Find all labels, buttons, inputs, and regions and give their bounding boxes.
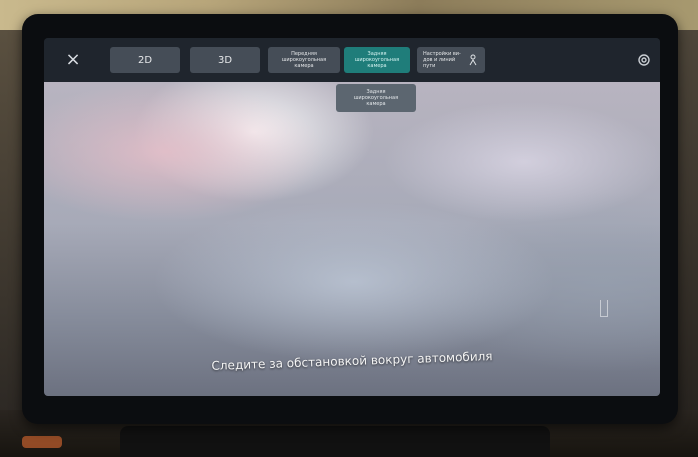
view-2d-button[interactable]: 2D (110, 47, 180, 73)
camera-screen: × 2D 3D Передняя широко­угольная камера … (44, 38, 660, 396)
camera-tooltip-text: Задняя широкоугольная камера (353, 89, 399, 107)
view-3d-label: 3D (217, 54, 233, 66)
rear-wide-camera-label: Задняя широкоугольная камера (354, 51, 400, 69)
view-3d-button[interactable]: 3D (190, 47, 260, 73)
view-and-guidelines-settings-label: Настройки ви- дов и линий пути (423, 51, 461, 69)
person-icon (469, 54, 477, 66)
camera-toolbar: × 2D 3D Передняя широко­угольная камера … (44, 38, 660, 82)
dashboard-vent (120, 426, 550, 457)
close-button[interactable]: × (62, 49, 84, 71)
camera-tooltip: Задняя широкоугольная камера (336, 84, 416, 112)
settings-icon[interactable] (636, 52, 652, 68)
front-wide-camera-label: Передняя широко­угольная камера (281, 51, 327, 69)
dashboard-indicator (22, 436, 62, 448)
parking-guide-marker (600, 300, 608, 317)
view-2d-label: 2D (137, 54, 153, 66)
close-icon: × (65, 49, 81, 70)
background-left (0, 30, 24, 430)
view-and-guidelines-settings-button[interactable]: Настройки ви- дов и линий пути (417, 47, 485, 73)
front-wide-camera-button[interactable]: Передняя широко­угольная камера (268, 47, 340, 73)
rear-wide-camera-button[interactable]: Задняя широкоугольная камера (344, 47, 410, 73)
